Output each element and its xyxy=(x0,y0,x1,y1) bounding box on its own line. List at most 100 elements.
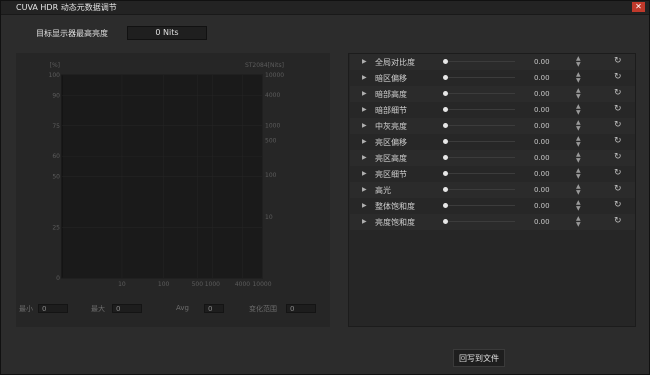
expand-arrow-icon[interactable]: ▶ xyxy=(362,218,367,225)
spin-down-icon[interactable]: ▼ xyxy=(576,77,581,84)
param-row[interactable]: ▶ 中灰亮度 0.00 ▲ ▼ ↻ xyxy=(350,118,635,134)
expand-arrow-icon[interactable]: ▶ xyxy=(362,186,367,193)
reset-icon[interactable]: ↻ xyxy=(614,88,622,98)
write-back-button[interactable]: 回写到文件 xyxy=(453,349,505,367)
param-value[interactable]: 0.00 xyxy=(534,202,550,210)
param-slider-track[interactable] xyxy=(445,157,515,158)
spin-down-icon[interactable]: ▼ xyxy=(576,141,581,148)
reset-icon[interactable]: ↻ xyxy=(614,104,622,114)
stat-avg-label: Avg xyxy=(176,304,189,312)
spin-down-icon[interactable]: ▼ xyxy=(576,61,581,68)
param-slider-handle[interactable] xyxy=(443,123,448,128)
expand-arrow-icon[interactable]: ▶ xyxy=(362,106,367,113)
target-brightness-field[interactable]: 0 Nits xyxy=(127,26,207,40)
stat-max-field[interactable]: 0 xyxy=(112,304,142,313)
param-slider-track[interactable] xyxy=(445,61,515,62)
spinner-arrows-icon[interactable]: ▲ ▼ xyxy=(576,72,581,84)
param-slider-handle[interactable] xyxy=(443,91,448,96)
param-slider-track[interactable] xyxy=(445,77,515,78)
spin-down-icon[interactable]: ▼ xyxy=(576,189,581,196)
param-row[interactable]: ▶ 暗部细节 0.00 ▲ ▼ ↻ xyxy=(350,102,635,118)
param-row[interactable]: ▶ 亮区偏移 0.00 ▲ ▼ ↻ xyxy=(350,134,635,150)
close-button[interactable]: ✕ xyxy=(632,2,645,12)
param-slider-track[interactable] xyxy=(445,189,515,190)
spinner-arrows-icon[interactable]: ▲ ▼ xyxy=(576,216,581,228)
reset-icon[interactable]: ↻ xyxy=(614,72,622,82)
param-slider-handle[interactable] xyxy=(443,107,448,112)
param-row[interactable]: ▶ 暗部高度 0.00 ▲ ▼ ↻ xyxy=(350,86,635,102)
param-value[interactable]: 0.00 xyxy=(534,106,550,114)
spinner-arrows-icon[interactable]: ▲ ▼ xyxy=(576,120,581,132)
reset-icon[interactable]: ↻ xyxy=(614,136,622,146)
spin-down-icon[interactable]: ▼ xyxy=(576,221,581,228)
spinner-arrows-icon[interactable]: ▲ ▼ xyxy=(576,56,581,68)
param-slider-track[interactable] xyxy=(445,141,515,142)
reset-icon[interactable]: ↻ xyxy=(614,200,622,210)
param-value[interactable]: 0.00 xyxy=(534,90,550,98)
right-axis-unit: ST2084[Nits] xyxy=(245,62,284,69)
expand-arrow-icon[interactable]: ▶ xyxy=(362,74,367,81)
spin-down-icon[interactable]: ▼ xyxy=(576,125,581,132)
spinner-arrows-icon[interactable]: ▲ ▼ xyxy=(576,200,581,212)
expand-arrow-icon[interactable]: ▶ xyxy=(362,58,367,65)
spinner-arrows-icon[interactable]: ▲ ▼ xyxy=(576,104,581,116)
spinner-arrows-icon[interactable]: ▲ ▼ xyxy=(576,168,581,180)
param-slider-handle[interactable] xyxy=(443,171,448,176)
reset-icon[interactable]: ↻ xyxy=(614,120,622,130)
param-row[interactable]: ▶ 亮区高度 0.00 ▲ ▼ ↻ xyxy=(350,150,635,166)
spin-down-icon[interactable]: ▼ xyxy=(576,109,581,116)
param-value[interactable]: 0.00 xyxy=(534,170,550,178)
param-slider-handle[interactable] xyxy=(443,75,448,80)
expand-arrow-icon[interactable]: ▶ xyxy=(362,170,367,177)
param-value[interactable]: 0.00 xyxy=(534,186,550,194)
param-slider-track[interactable] xyxy=(445,173,515,174)
spinner-arrows-icon[interactable]: ▲ ▼ xyxy=(576,184,581,196)
param-value[interactable]: 0.00 xyxy=(534,218,550,226)
spinner-arrows-icon[interactable]: ▲ ▼ xyxy=(576,88,581,100)
param-row[interactable]: ▶ 高光 0.00 ▲ ▼ ↻ xyxy=(350,182,635,198)
right-tick-label: 10 xyxy=(265,214,273,221)
spin-down-icon[interactable]: ▼ xyxy=(576,173,581,180)
target-brightness-label: 目标显示器最高亮度 xyxy=(36,29,108,38)
stat-avg-field[interactable]: 0 xyxy=(204,304,224,313)
param-slider-handle[interactable] xyxy=(443,203,448,208)
param-slider-track[interactable] xyxy=(445,205,515,206)
spin-down-icon[interactable]: ▼ xyxy=(576,157,581,164)
param-slider-handle[interactable] xyxy=(443,187,448,192)
reset-icon[interactable]: ↻ xyxy=(614,168,622,178)
param-slider-handle[interactable] xyxy=(443,139,448,144)
spinner-arrows-icon[interactable]: ▲ ▼ xyxy=(576,136,581,148)
reset-icon[interactable]: ↻ xyxy=(614,216,622,226)
spin-down-icon[interactable]: ▼ xyxy=(576,205,581,212)
expand-arrow-icon[interactable]: ▶ xyxy=(362,90,367,97)
expand-arrow-icon[interactable]: ▶ xyxy=(362,122,367,129)
spinner-arrows-icon[interactable]: ▲ ▼ xyxy=(576,152,581,164)
param-slider-handle[interactable] xyxy=(443,59,448,64)
param-row[interactable]: ▶ 亮区细节 0.00 ▲ ▼ ↻ xyxy=(350,166,635,182)
reset-icon[interactable]: ↻ xyxy=(614,152,622,162)
param-row[interactable]: ▶ 整体饱和度 0.00 ▲ ▼ ↻ xyxy=(350,198,635,214)
reset-icon[interactable]: ↻ xyxy=(614,184,622,194)
param-row[interactable]: ▶ 暗区偏移 0.00 ▲ ▼ ↻ xyxy=(350,70,635,86)
param-value[interactable]: 0.00 xyxy=(534,74,550,82)
expand-arrow-icon[interactable]: ▶ xyxy=(362,154,367,161)
param-row[interactable]: ▶ 全局对比度 0.00 ▲ ▼ ↻ xyxy=(350,54,635,70)
param-slider-track[interactable] xyxy=(445,125,515,126)
param-slider-track[interactable] xyxy=(445,93,515,94)
param-slider-track[interactable] xyxy=(445,109,515,110)
param-slider-track[interactable] xyxy=(445,221,515,222)
reset-icon[interactable]: ↻ xyxy=(614,56,622,66)
param-slider-handle[interactable] xyxy=(443,155,448,160)
expand-arrow-icon[interactable]: ▶ xyxy=(362,138,367,145)
expand-arrow-icon[interactable]: ▶ xyxy=(362,202,367,209)
stat-min-field[interactable]: 0 xyxy=(38,304,68,313)
stat-range-field[interactable]: 0 xyxy=(286,304,316,313)
param-row[interactable]: ▶ 亮度饱和度 0.00 ▲ ▼ ↻ xyxy=(350,214,635,230)
param-slider-handle[interactable] xyxy=(443,219,448,224)
param-value[interactable]: 0.00 xyxy=(534,58,550,66)
param-value[interactable]: 0.00 xyxy=(534,138,550,146)
spin-down-icon[interactable]: ▼ xyxy=(576,93,581,100)
right-tick-label: 100 xyxy=(265,172,277,179)
param-value[interactable]: 0.00 xyxy=(534,122,550,130)
param-value[interactable]: 0.00 xyxy=(534,154,550,162)
